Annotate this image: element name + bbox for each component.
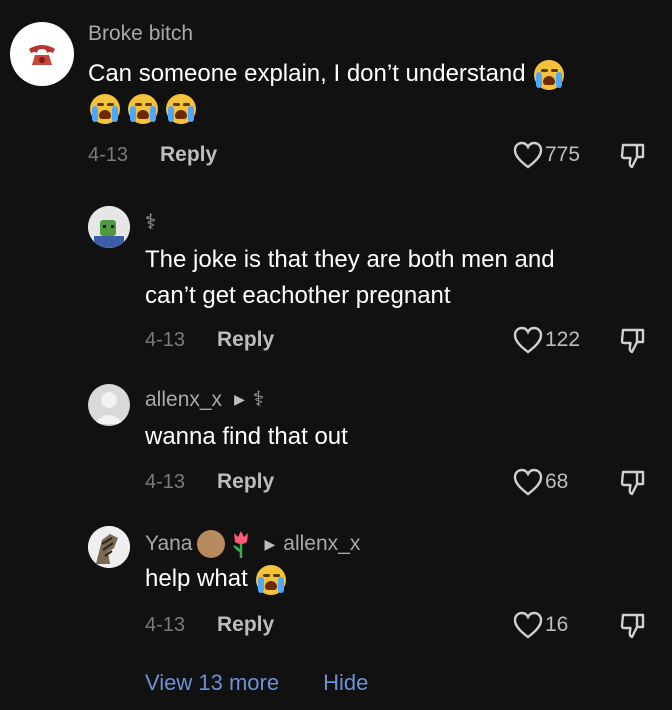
- reply-button[interactable]: Reply: [217, 613, 274, 637]
- play-arrow-icon: ▶: [234, 391, 245, 407]
- default-avatar-icon: [94, 392, 124, 424]
- username-line: Yana ▶ allenx_x: [145, 529, 360, 559]
- loudly-crying-emoji: [128, 94, 158, 124]
- loudly-crying-emoji: [534, 59, 565, 90]
- like-count: 16: [545, 613, 569, 636]
- like-count: 68: [545, 470, 569, 493]
- like-count: 122: [545, 328, 581, 351]
- comment-date: 4-13: [145, 614, 186, 636]
- like-button[interactable]: 68: [513, 468, 568, 496]
- like-count: 775: [545, 143, 581, 166]
- like-button[interactable]: 16: [513, 611, 568, 639]
- avatar-image: [88, 526, 130, 568]
- dislike-button[interactable]: [620, 327, 646, 360]
- heart-icon: [513, 141, 543, 169]
- avatar[interactable]: [10, 22, 74, 86]
- reply-button[interactable]: Reply: [217, 470, 274, 494]
- avatar[interactable]: [88, 206, 130, 248]
- dislike-icon: [620, 328, 645, 354]
- reply-to-username[interactable]: ⚕: [253, 387, 264, 412]
- comment-text: Can someone explain, I don’t understand: [88, 56, 565, 92]
- dislike-button[interactable]: [620, 612, 646, 645]
- tulip-emoji: [232, 531, 248, 558]
- hide-button[interactable]: Hide: [323, 670, 368, 696]
- see-no-evil-monkey-emoji: [196, 530, 225, 558]
- avatar-image: [88, 206, 130, 248]
- like-button[interactable]: 775: [513, 141, 580, 169]
- play-arrow-icon: ▶: [264, 535, 276, 552]
- reply-to-username[interactable]: allenx_x: [283, 532, 360, 556]
- dislike-button[interactable]: [620, 142, 646, 175]
- comment-text: help what: [145, 561, 287, 597]
- like-button[interactable]: 122: [513, 326, 580, 354]
- heart-icon: [513, 468, 543, 496]
- phone-icon: [29, 45, 55, 65]
- loudly-crying-emoji: [166, 94, 196, 124]
- replies-footer: View 13 more Hide: [145, 670, 368, 696]
- view-more-button[interactable]: View 13 more: [145, 670, 279, 696]
- username[interactable]: Yana: [145, 532, 193, 556]
- emoji-row: [88, 94, 196, 124]
- loudly-crying-emoji: [256, 564, 287, 595]
- username[interactable]: allenx_x: [145, 388, 222, 412]
- heart-icon: [513, 326, 543, 354]
- comment-text: The joke is that they are both men and c…: [145, 246, 555, 309]
- dislike-icon: [620, 470, 645, 496]
- comment-date: 4-13: [145, 329, 186, 351]
- dislike-icon: [620, 613, 645, 639]
- username-line: allenx_x ▶ ⚕: [145, 387, 264, 412]
- comment-date: 4-13: [145, 471, 186, 493]
- heart-icon: [513, 611, 543, 639]
- comment-date: 4-13: [88, 144, 129, 166]
- reply-button[interactable]: Reply: [160, 143, 217, 167]
- dislike-button[interactable]: [620, 469, 646, 502]
- reply-button[interactable]: Reply: [217, 328, 274, 352]
- dislike-icon: [620, 143, 645, 169]
- username[interactable]: Broke bitch: [88, 22, 193, 46]
- username[interactable]: ⚕: [145, 210, 156, 235]
- avatar[interactable]: [88, 384, 130, 426]
- loudly-crying-emoji: [90, 94, 120, 124]
- comment-text: wanna find that out: [145, 423, 348, 450]
- avatar[interactable]: [88, 526, 130, 568]
